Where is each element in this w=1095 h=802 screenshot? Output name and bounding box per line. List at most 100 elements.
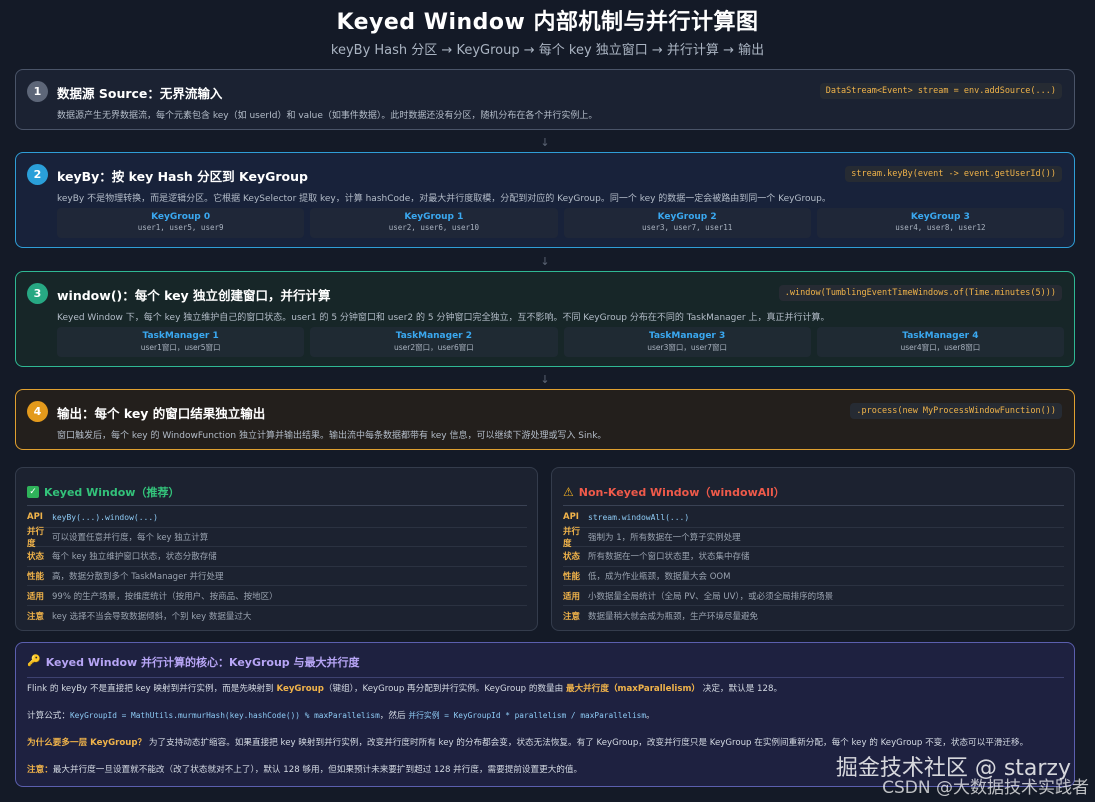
keyed-window-title: Keyed Window（推荐） [44,485,180,499]
step-source-card: 1 数据源 Source：无界流输入 DataStream<Event> str… [15,69,1075,130]
taskmanager-windows: user1窗口，user5窗口 [140,343,221,352]
row-label: 并行度 [27,526,45,549]
taskmanager-name: TaskManager 4 [902,331,979,341]
comparison-row: 性能 低，成为作业瓶颈，数据量大会 OOM [563,567,1064,587]
nonkeyed-window-title: Non-Keyed Window（windowAll） [578,485,785,499]
row-label: 注意 [27,611,45,622]
row-label: 适用 [27,591,45,602]
flow-arrow-icon: ↓ [540,255,550,268]
taskmanager-box: TaskManager 1 user1窗口，user5窗口 [57,327,305,357]
taskmanager-windows: user3窗口，user7窗口 [647,343,727,352]
flow-arrow-icon: ↓ [540,136,550,149]
keygroup-box: KeyGroup 1 user2, user6, user10 [310,208,558,238]
row-value: 99% 的生产场景，按维度统计（按用户、按商品、按地区） [52,591,278,602]
taskmanager-name: TaskManager 3 [648,331,726,341]
page-subtitle: keyBy Hash 分区 → KeyGroup → 每个 key 独立窗口 →… [330,43,765,58]
taskmanager-windows: user2窗口，user6窗口 [393,343,474,352]
highlight-text: 最大并行度（maxParallelism） [565,684,701,694]
text-span: 计算公式： [27,711,70,721]
keyed-window-panel: ✓ Keyed Window（推荐） API keyBy(...).window… [15,467,538,631]
step-window-card: 3 window()：每个 key 独立创建窗口，并行计算 .window(Tu… [15,271,1075,367]
step-title: 数据源 Source：无界流输入 [57,86,223,101]
keygroup-name: KeyGroup 0 [151,212,211,222]
taskmanager-box: TaskManager 3 user3窗口，user7窗口 [563,327,811,357]
row-value: 可以设置任意并行度，每个 key 独立计算 [52,532,209,543]
keygroup-name: KeyGroup 3 [910,212,970,222]
row-value: 数据量稍大就会成为瓶颈，生产环境尽量避免 [588,611,759,622]
formula-code: 并行实例 = KeyGroupId * parallelism / maxPar… [408,711,647,720]
keygroup-users: user2, user6, user10 [388,223,480,232]
row-label: 注意 [563,611,581,622]
keyed-window-header: ✓ Keyed Window（推荐） [27,478,527,506]
keygroup-box: KeyGroup 0 user1, user5, user9 [57,208,305,238]
step-number-badge: 1 [27,81,48,102]
step-description: Keyed Window 下，每个 key 独立维护自己的窗口状态。user1 … [57,313,830,323]
row-value: stream.windowAll(...) [588,512,690,522]
comparison-row: 适用 小数据量全局统计（全局 PV、全局 UV），或必须全局排序的场景 [563,586,1064,606]
comparison-row: 状态 每个 key 独立维护窗口状态，状态分散存储 [27,547,527,567]
flow-arrow-icon: ↓ [540,373,550,386]
text-span: Flink 的 keyBy 不是直接把 key 映射到并行实例，而是先映射到 [27,684,277,694]
row-value: 所有数据在一个窗口状态里，状态集中存储 [588,552,750,563]
code-snippet: .process(new MyProcessWindowFunction()) [850,403,1062,419]
code-snippet: stream.keyBy(event -> event.getUserId()) [845,166,1062,182]
page-title: Keyed Window 内部机制与并行计算图 [336,10,759,35]
code-snippet: DataStream<Event> stream = env.addSource… [819,83,1062,99]
row-label: 性能 [27,572,45,583]
step-title: window()：每个 key 独立创建窗口，并行计算 [57,288,331,303]
comparison-row: 性能 高，数据分散到多个 TaskManager 并行处理 [27,567,527,587]
comparison-row: 注意 数据量稍大就会成为瓶颈，生产环境尽量避免 [563,606,1064,626]
step-description: keyBy 不是物理转换，而是逻辑分区。它根据 KeySelector 提取 k… [57,194,831,204]
keygroup-users: user1, user5, user9 [137,223,224,232]
taskmanager-windows: user4窗口，user8窗口 [900,343,981,352]
comparison-row: 并行度 可以设置任意并行度，每个 key 独立计算 [27,526,527,549]
core-paragraph-1: Flink 的 keyBy 不是直接把 key 映射到并行实例，而是先映射到 K… [27,682,1064,694]
row-label: API [563,512,579,523]
row-value: keyBy(...).window(...) [52,512,158,522]
comparison-row: 注意 key 选择不当会导致数据倾斜，个别 key 数据量过大 [27,606,527,626]
nonkeyed-window-header: ⚠ Non-Keyed Window（windowAll） [563,478,1064,506]
nonkeyed-window-panel: ⚠ Non-Keyed Window（windowAll） API stream… [551,467,1075,631]
step-keyby-card: 2 keyBy：按 key Hash 分区到 KeyGroup stream.k… [15,152,1075,248]
taskmanager-row: TaskManager 1 user1窗口，user5窗口 TaskManage… [57,327,1064,357]
step-number-badge: 4 [27,401,48,422]
row-label: 并行度 [563,526,581,549]
comparison-row: 适用 99% 的生产场景，按维度统计（按用户、按商品、按地区） [27,586,527,606]
row-label: 状态 [563,552,581,563]
nonkeyed-window-rows: API stream.windowAll(...) 并行度 强制为 1，所有数据… [563,508,1064,626]
highlight-text: KeyGroup [276,684,324,694]
row-label: API [27,512,43,523]
taskmanager-name: TaskManager 2 [395,331,473,341]
keygroup-users: user3, user7, user11 [641,223,733,232]
row-label: 性能 [563,572,581,583]
step-number-badge: 3 [27,283,48,304]
row-value: key 选择不当会导致数据倾斜，个别 key 数据量过大 [52,611,252,622]
comparison-row: API keyBy(...).window(...) [27,508,527,528]
highlight-text: 为什么要多一层 KeyGroup？ [27,738,147,748]
step-number-badge: 2 [27,164,48,185]
keygroup-row: KeyGroup 0 user1, user5, user9 KeyGroup … [57,208,1064,238]
row-value: 每个 key 独立维护窗口状态，状态分散存储 [52,552,217,563]
taskmanager-box: TaskManager 4 user4窗口，user8窗口 [816,327,1064,357]
code-snippet: .window(TumblingEventTimeWindows.of(Time… [778,285,1062,301]
keygroup-users: user4, user8, user12 [895,223,986,232]
text-span: 最大并行度一旦设置就不能改（改了状态就对不上了），默认 128 够用，但如果预计… [52,765,583,775]
watermark-csdn: CSDN @大数据技术实践者 [882,778,1089,798]
core-header: 🔑 Keyed Window 并行计算的核心：KeyGroup 与最大并行度 [27,654,1064,678]
step-description: 窗口触发后，每个 key 的 WindowFunction 独立计算并输出结果。… [57,431,607,441]
formula-code: KeyGroupId = MathUtils.murmurHash(key.ha… [69,711,380,720]
text-span: 为了支持动态扩缩容。如果直接把 key 映射到并行实例，改变并行度时所有 key… [146,738,1029,748]
check-icon: ✓ [27,485,39,498]
text-span: ，然后 [379,711,409,721]
keyed-window-rows: API keyBy(...).window(...) 并行度 可以设置任意并行度… [27,508,527,626]
step-output-card: 4 输出：每个 key 的窗口结果独立输出 .process(new MyPro… [15,389,1075,450]
step-description: 数据源产生无界数据流，每个元素包含 key（如 userId）和 value（如… [57,111,598,121]
taskmanager-box: TaskManager 2 user2窗口，user6窗口 [310,327,558,357]
keygroup-name: KeyGroup 1 [404,212,464,222]
key-icon: 🔑 [27,654,41,667]
core-paragraph-2: 计算公式：KeyGroupId = MathUtils.murmurHash(k… [27,709,1064,721]
row-value: 小数据量全局统计（全局 PV、全局 UV），或必须全局排序的场景 [588,591,834,602]
comparison-row: 状态 所有数据在一个窗口状态里，状态集中存储 [563,547,1064,567]
step-title: keyBy：按 key Hash 分区到 KeyGroup [57,169,308,184]
core-paragraph-3: 为什么要多一层 KeyGroup？ 为了支持动态扩缩容。如果直接把 key 映射… [27,736,1064,748]
